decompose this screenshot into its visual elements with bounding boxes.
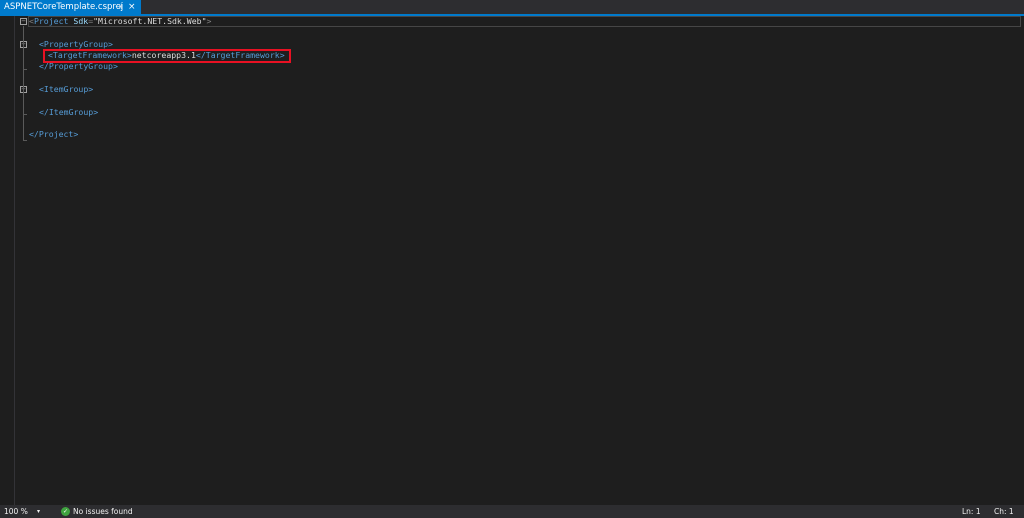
char-number: Ch: 1 <box>994 507 1014 516</box>
collapse-icon[interactable]: − <box>20 18 27 25</box>
outline-guide-end <box>23 140 27 141</box>
code-line-7[interactable]: <ItemGroup> <box>39 84 93 95</box>
outline-guide-end <box>23 69 27 70</box>
tab-title: ASPNETCoreTemplate.csproj <box>4 2 124 12</box>
document-tab[interactable]: ASPNETCoreTemplate.csproj ⊣ × <box>0 0 141 14</box>
outline-guide <box>23 26 24 140</box>
highlight-annotation-box <box>43 49 291 63</box>
outline-guide <box>23 49 24 69</box>
code-line-1[interactable]: <Project Sdk="Microsoft.NET.Sdk.Web"> <box>29 16 211 27</box>
code-token: "Microsoft.NET.Sdk.Web" <box>93 16 207 26</box>
code-token: > <box>206 16 212 26</box>
code-line-9[interactable]: </ItemGroup> <box>39 107 98 118</box>
code-editor[interactable]: − − − <Project Sdk="Microsoft.NET.Sdk.We… <box>0 16 1024 505</box>
line-number: Ln: 1 <box>962 507 981 516</box>
chevron-down-icon[interactable]: ▾ <box>37 505 40 518</box>
code-text[interactable]: <Project Sdk="Microsoft.NET.Sdk.Web"> <P… <box>0 16 285 139</box>
pin-icon[interactable]: ⊣ <box>115 0 122 14</box>
code-token: Sdk <box>73 16 89 26</box>
check-circle-icon[interactable]: ✓ <box>61 507 70 516</box>
outline-guide-end <box>23 114 27 115</box>
outline-guide <box>23 94 24 114</box>
document-tab-strip: ASPNETCoreTemplate.csproj ⊣ × <box>0 0 1024 14</box>
close-icon[interactable]: × <box>128 0 136 14</box>
code-line-11[interactable]: </Project> <box>29 129 78 140</box>
issues-status[interactable]: No issues found <box>73 505 133 518</box>
zoom-level[interactable]: 100 % <box>4 505 28 518</box>
code-token: Project <box>33 16 69 26</box>
status-bar: 100 % ▾ ✓ No issues found Ln: 1 Ch: 1 <box>0 505 1024 518</box>
